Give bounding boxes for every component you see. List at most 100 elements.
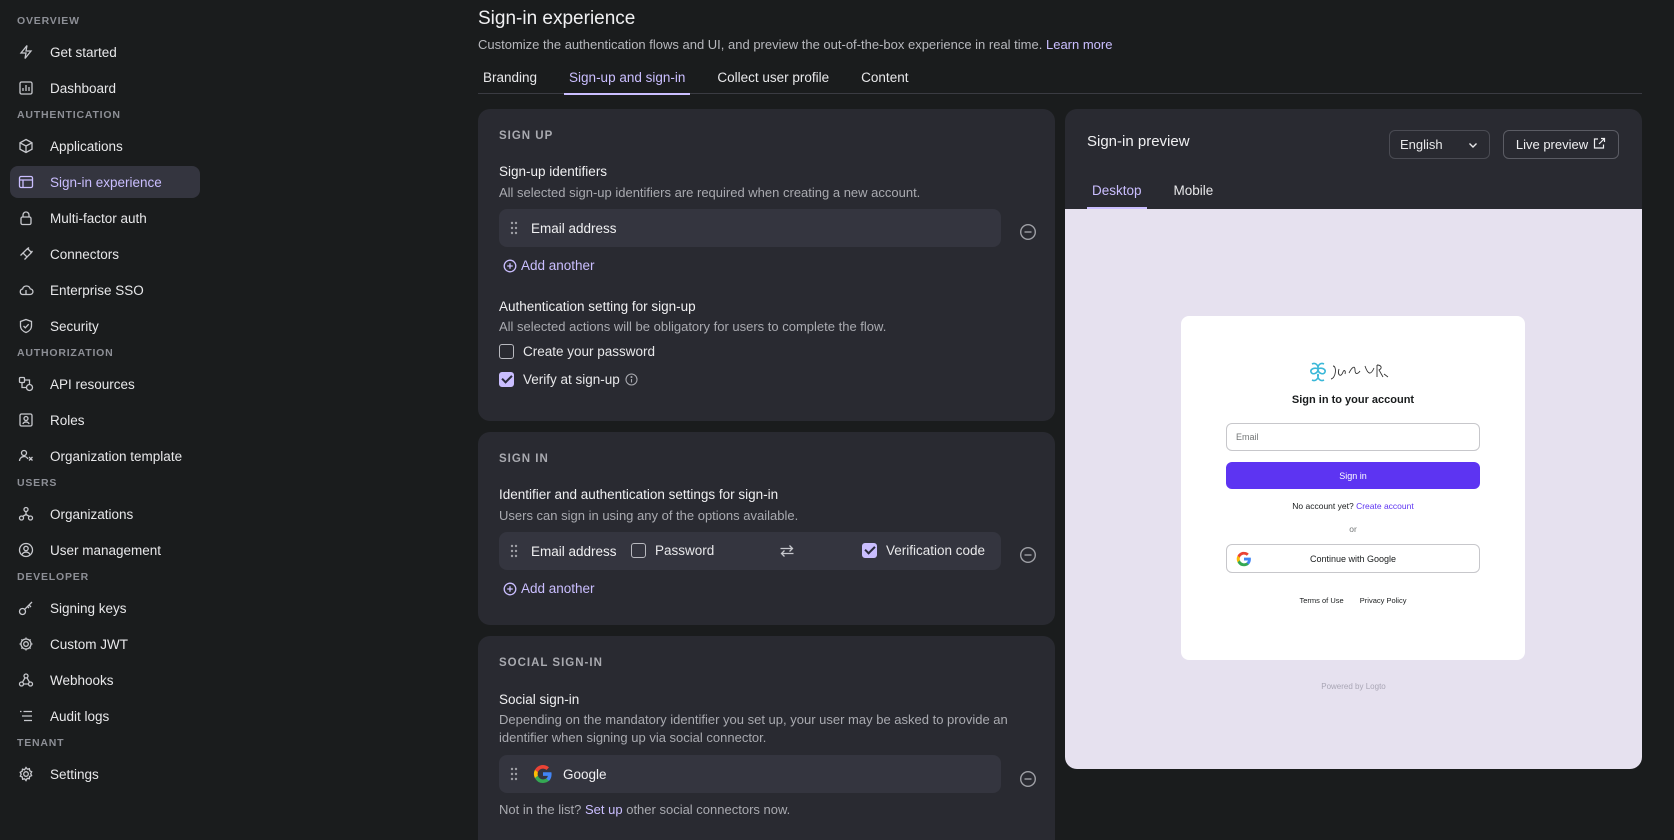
external-link-icon — [1588, 137, 1606, 153]
sign-in-add-another-button[interactable]: Add another — [503, 581, 1034, 596]
sidebar-item-settings[interactable]: Settings — [10, 758, 200, 790]
sidebar-section-authentication: AUTHENTICATION — [17, 109, 121, 121]
drag-handle-icon[interactable] — [509, 767, 519, 781]
google-logo-icon — [1236, 551, 1252, 567]
sidebar-item-webhooks[interactable]: Webhooks — [10, 664, 200, 696]
role-icon — [18, 412, 34, 428]
sidebar-item-label: Dashboard — [50, 80, 117, 96]
sidebar-item-roles[interactable]: Roles — [10, 404, 200, 436]
powered-by-footer: Powered by Logto — [1065, 682, 1642, 691]
tab-mobile[interactable]: Mobile — [1169, 183, 1219, 207]
password-label: Password — [655, 543, 715, 558]
sign-up-heading: SIGN UP — [499, 130, 554, 142]
sidebar-section-authorization: AUTHORIZATION — [17, 347, 114, 359]
sidebar-item-organization-template[interactable]: Organization template — [10, 440, 200, 472]
sign-up-identifier-label: Email address — [531, 220, 617, 236]
page-title: Sign-in experience — [478, 8, 636, 29]
powered-by-label: Powered by — [1321, 682, 1364, 691]
sign-up-identifier-row[interactable]: Email address — [499, 209, 1001, 247]
preview-device-tabs: Desktop Mobile — [1087, 183, 1240, 209]
sidebar-item-custom-jwt[interactable]: Custom JWT — [10, 628, 200, 660]
social-sign-in-card: SOCIAL SIGN-IN Social sign-in Depending … — [478, 636, 1055, 840]
create-account-link[interactable]: Create account — [1356, 501, 1414, 511]
verification-code-option[interactable]: Verification code — [862, 543, 985, 558]
terms-of-use-link[interactable]: Terms of Use — [1300, 596, 1344, 605]
preview-email-input[interactable]: Email — [1226, 423, 1480, 451]
password-checkbox[interactable] — [631, 543, 646, 558]
tab-content[interactable]: Content — [856, 66, 913, 94]
tab-collect-user-profile[interactable]: Collect user profile — [712, 66, 834, 94]
preview-stage: Sign in to your account Email Sign in No… — [1065, 209, 1642, 769]
sidebar-section-developer: DEVELOPER — [17, 571, 89, 583]
tab-sign-up-and-sign-in[interactable]: Sign-up and sign-in — [564, 66, 691, 95]
set-up-link[interactable]: Set up — [585, 802, 623, 817]
create-password-checkbox[interactable] — [499, 344, 514, 359]
privacy-policy-link[interactable]: Privacy Policy — [1360, 596, 1407, 605]
sidebar-item-api-resources[interactable]: API resources — [10, 368, 200, 400]
verify-at-sign-up-option[interactable]: Verify at sign-up — [499, 372, 1034, 387]
tab-branding[interactable]: Branding — [478, 66, 542, 94]
cube-icon — [18, 138, 34, 154]
shield-icon — [18, 318, 34, 334]
logto-brand: Logto — [1365, 682, 1386, 691]
sign-in-card: SIGN IN Identifier and authentication se… — [478, 432, 1055, 625]
verification-code-label: Verification code — [886, 543, 986, 558]
sidebar-item-multi-factor-auth[interactable]: Multi-factor auth — [10, 202, 200, 234]
info-icon[interactable] — [625, 373, 638, 386]
user-icon — [18, 542, 34, 558]
language-select[interactable]: English — [1389, 130, 1490, 159]
google-logo-icon — [533, 764, 553, 784]
sidebar-item-user-management[interactable]: User management — [10, 534, 200, 566]
page-subtitle-text: Customize the authentication flows and U… — [478, 37, 1043, 52]
verify-at-sign-up-label: Verify at sign-up — [523, 372, 620, 387]
webhook-icon — [18, 672, 34, 688]
sidebar-item-label: Security — [50, 318, 99, 334]
swap-icon[interactable] — [779, 544, 795, 558]
sidebar-item-enterprise-sso[interactable]: Enterprise SSO — [10, 274, 200, 306]
sidebar-item-signing-keys[interactable]: Signing keys — [10, 592, 200, 624]
plus-circle-icon — [503, 582, 517, 596]
password-option[interactable]: Password — [631, 543, 714, 558]
sidebar-item-label: Organization template — [50, 448, 183, 464]
remove-circle-icon[interactable] — [1019, 546, 1037, 564]
sign-in-method-row[interactable]: Email address Password Verification code — [499, 532, 1001, 570]
sidebar-section-users: USERS — [17, 477, 58, 489]
sign-in-desc: Users can sign in using any of the optio… — [499, 508, 799, 523]
verify-at-sign-up-checkbox[interactable] — [499, 372, 514, 387]
sidebar-item-label: Connectors — [50, 246, 120, 262]
create-password-option[interactable]: Create your password — [499, 344, 1034, 359]
settings-tabs: Branding Sign-up and sign-in Collect use… — [478, 66, 1642, 95]
learn-more-link[interactable]: Learn more — [1046, 37, 1112, 52]
drag-handle-icon[interactable] — [509, 544, 519, 558]
remove-circle-icon[interactable] — [1019, 223, 1037, 241]
social-connector-row[interactable]: Google — [499, 755, 1001, 793]
sidebar-item-get-started[interactable]: Get started — [10, 36, 200, 68]
sidebar-item-dashboard[interactable]: Dashboard — [10, 72, 200, 104]
preview-sign-in-button[interactable]: Sign in — [1226, 462, 1480, 489]
verification-code-checkbox[interactable] — [862, 543, 877, 558]
drag-handle-icon[interactable] — [509, 221, 519, 235]
sidebar-item-organizations[interactable]: Organizations — [10, 498, 200, 530]
sidebar-item-connectors[interactable]: Connectors — [10, 238, 200, 270]
sidebar-item-label: User management — [50, 542, 162, 558]
sign-up-card: SIGN UP Sign-up identifiers All selected… — [478, 109, 1055, 421]
sidebar-item-label: Multi-factor auth — [50, 210, 147, 226]
sidebar-item-audit-logs[interactable]: Audit logs — [10, 700, 200, 732]
sidebar-item-label: Get started — [50, 44, 117, 60]
sign-up-identifiers-title: Sign-up identifiers — [499, 164, 608, 179]
sidebar-item-label: Settings — [50, 766, 99, 782]
live-preview-button[interactable]: Live preview — [1503, 130, 1619, 159]
sidebar-item-security[interactable]: Security — [10, 310, 200, 342]
sidebar-item-sign-in-experience[interactable]: Sign-in experience — [10, 166, 200, 198]
tab-desktop[interactable]: Desktop — [1087, 183, 1147, 209]
sign-up-add-another-button[interactable]: Add another — [503, 258, 1034, 273]
sidebar-item-applications[interactable]: Applications — [10, 130, 200, 162]
settings-icon — [18, 766, 34, 782]
lightning-icon — [18, 44, 34, 60]
sidebar-item-label: API resources — [50, 376, 135, 392]
remove-circle-icon[interactable] — [1019, 770, 1037, 788]
gear-icon — [18, 636, 34, 652]
live-preview-label: Live preview — [1515, 137, 1589, 152]
preview-or-divider: or — [1349, 524, 1357, 534]
preview-google-button[interactable]: Continue with Google — [1226, 544, 1480, 573]
